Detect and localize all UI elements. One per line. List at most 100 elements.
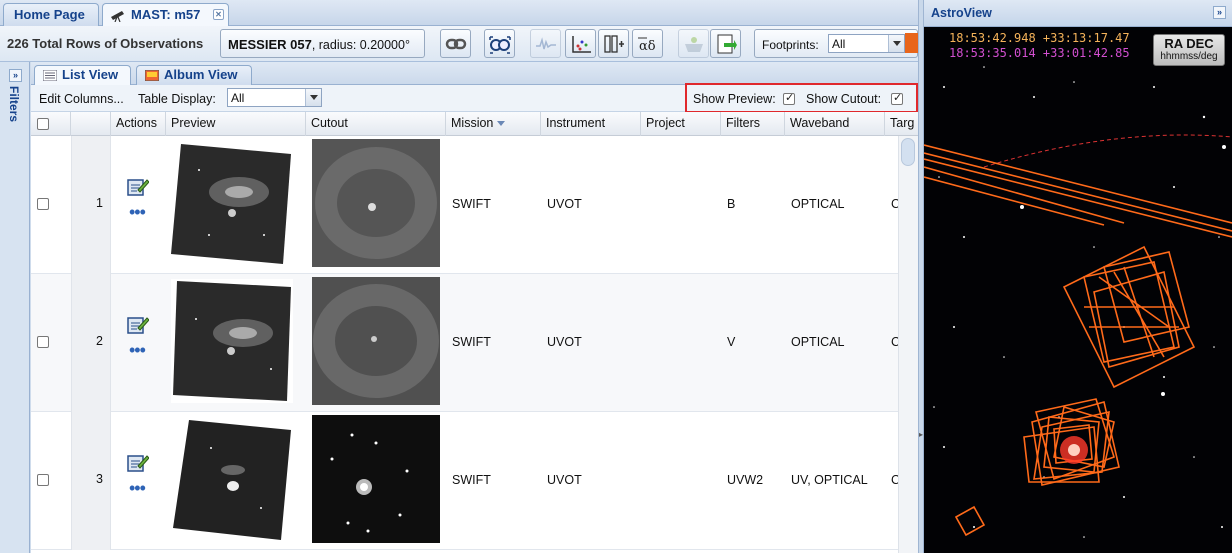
expand-icon[interactable]: »	[1213, 6, 1226, 19]
tab-mast-label: MAST: m57	[131, 7, 201, 22]
results-toolbar: 226 Total Rows of Observations MESSIER 0…	[0, 26, 918, 62]
coordinate-frame-label: RA DEC	[1164, 36, 1214, 51]
table-display-value: All	[231, 91, 245, 105]
edit-icon[interactable]	[127, 315, 149, 335]
row-number-text: 3	[96, 472, 103, 486]
column-header-preview[interactable]: Preview	[166, 112, 306, 136]
preview-thumbnail[interactable]	[169, 140, 293, 266]
row-number: 2	[71, 274, 111, 412]
edit-icon[interactable]	[127, 177, 149, 197]
filters-panel-collapsed[interactable]: » Filters	[0, 62, 30, 553]
scrollbar-thumb[interactable]	[901, 138, 915, 166]
row-checkbox[interactable]	[37, 336, 49, 348]
edit-columns-button[interactable]: Edit Columns...	[39, 92, 124, 106]
sky-footprints	[924, 66, 1232, 538]
export-icon	[717, 34, 737, 54]
column-header-target[interactable]: Targ	[885, 112, 918, 136]
svg-text:αδ: αδ	[639, 39, 656, 54]
sort-descending-icon	[497, 121, 506, 127]
list-icon	[43, 70, 57, 81]
more-actions-icon[interactable]: •••	[129, 479, 146, 497]
recenter-button[interactable]	[484, 29, 515, 58]
close-tab-icon[interactable]: ✕	[213, 9, 224, 20]
coordinate-format-button[interactable]: RA DEC hhmmss/deg	[1153, 34, 1225, 66]
row-number: 1	[71, 136, 111, 274]
expand-icon[interactable]: »	[9, 69, 22, 82]
target-cell: C	[891, 473, 898, 487]
footprints-select[interactable]: All	[828, 34, 905, 53]
spectrum-icon	[536, 37, 556, 50]
tab-mast-m57[interactable]: MAST: m57 ✕	[102, 3, 229, 26]
column-header-filters[interactable]: Filters	[721, 112, 785, 136]
table-row[interactable]: 3 ••• SWIFT UVOT UVW2 UV, OPTICAL C	[31, 412, 898, 550]
results-grid: 1 ••• SWIFT UVOT B OPTICAL C 2 ••• SWIFT…	[31, 136, 898, 553]
coordinates-button[interactable]: αδ	[632, 29, 663, 58]
astroview-header: AstroView »	[924, 0, 1232, 27]
column-header-mission[interactable]: Mission	[446, 112, 541, 136]
target-name: MESSIER 057	[228, 37, 312, 52]
cutout-thumbnail[interactable]	[312, 277, 440, 405]
mission-cell: SWIFT	[452, 335, 491, 349]
target-cell: C	[891, 197, 898, 211]
filters-cell: V	[727, 335, 736, 349]
plot-button[interactable]	[565, 29, 596, 58]
grid-scrollbar[interactable]	[898, 136, 918, 553]
columns-button[interactable]	[598, 29, 629, 58]
chain-link-icon	[445, 38, 467, 50]
row-number-text: 1	[96, 196, 103, 210]
mission-header-label: Mission	[451, 116, 494, 130]
preview-options-highlight	[685, 83, 918, 113]
select-all-header	[31, 112, 71, 136]
column-header-waveband[interactable]: Waveband	[785, 112, 885, 136]
instrument-cell: UVOT	[547, 335, 582, 349]
column-header-actions[interactable]: Actions	[111, 112, 166, 136]
list-view-label: List View	[62, 67, 119, 82]
column-header-cutout[interactable]: Cutout	[306, 112, 446, 136]
column-header-project[interactable]: Project	[641, 112, 721, 136]
column-header-instrument[interactable]: Instrument	[541, 112, 641, 136]
footprints-control: Footprints: All	[754, 29, 918, 58]
collapse-arrow-icon[interactable]: ▸	[919, 430, 923, 439]
waveband-cell: OPTICAL	[791, 197, 845, 211]
more-actions-icon[interactable]: •••	[129, 203, 146, 221]
mission-cell: SWIFT	[452, 473, 491, 487]
basket-button[interactable]	[678, 29, 709, 58]
tab-home-label: Home Page	[14, 7, 85, 22]
table-display-label: Table Display:	[138, 92, 216, 106]
edit-icon[interactable]	[127, 453, 149, 473]
more-actions-icon[interactable]: •••	[129, 341, 146, 359]
tab-home-page[interactable]: Home Page	[3, 3, 99, 26]
footprint-color-swatch[interactable]	[905, 33, 918, 53]
table-row[interactable]: 2 ••• SWIFT UVOT V OPTICAL C	[31, 274, 898, 412]
view-tab-bar: List View Album View	[31, 62, 918, 85]
target-cell: C	[891, 335, 898, 349]
cutout-thumbnail[interactable]	[312, 415, 440, 543]
row-number-text: 2	[96, 334, 103, 348]
scatter-plot-icon	[572, 36, 591, 53]
target-button[interactable]: MESSIER 057, radius: 0.20000°	[220, 29, 425, 58]
row-checkbox[interactable]	[37, 198, 49, 210]
select-all-checkbox[interactable]	[37, 118, 49, 130]
mission-cell: SWIFT	[452, 197, 491, 211]
footprints-label: Footprints:	[762, 38, 819, 52]
filters-cell: UVW2	[727, 473, 764, 487]
waveband-cell: UV, OPTICAL	[791, 473, 868, 487]
link-button[interactable]	[440, 29, 471, 58]
tab-album-view[interactable]: Album View	[136, 65, 252, 85]
row-number-header	[71, 112, 111, 136]
table-display-select[interactable]: All	[227, 88, 322, 107]
astroview-sky-canvas[interactable]: 18:53:42.948 +33:13:17.47 18:53:35.014 +…	[924, 27, 1232, 553]
export-button[interactable]	[710, 29, 741, 58]
table-row[interactable]: 1 ••• SWIFT UVOT B OPTICAL C	[31, 136, 898, 274]
preview-thumbnail[interactable]	[171, 279, 293, 403]
waveband-cell: OPTICAL	[791, 335, 845, 349]
center-coordinates: 18:53:35.014 +33:01:42.85	[949, 46, 1130, 60]
cutout-thumbnail[interactable]	[312, 139, 440, 267]
album-icon	[145, 70, 159, 81]
tab-list-view[interactable]: List View	[34, 65, 131, 85]
row-checkbox[interactable]	[37, 474, 49, 486]
instrument-cell: UVOT	[547, 473, 582, 487]
spectrum-button[interactable]	[530, 29, 561, 58]
main-tab-bar: Home Page MAST: m57 ✕	[0, 0, 918, 26]
preview-thumbnail[interactable]	[171, 418, 293, 542]
